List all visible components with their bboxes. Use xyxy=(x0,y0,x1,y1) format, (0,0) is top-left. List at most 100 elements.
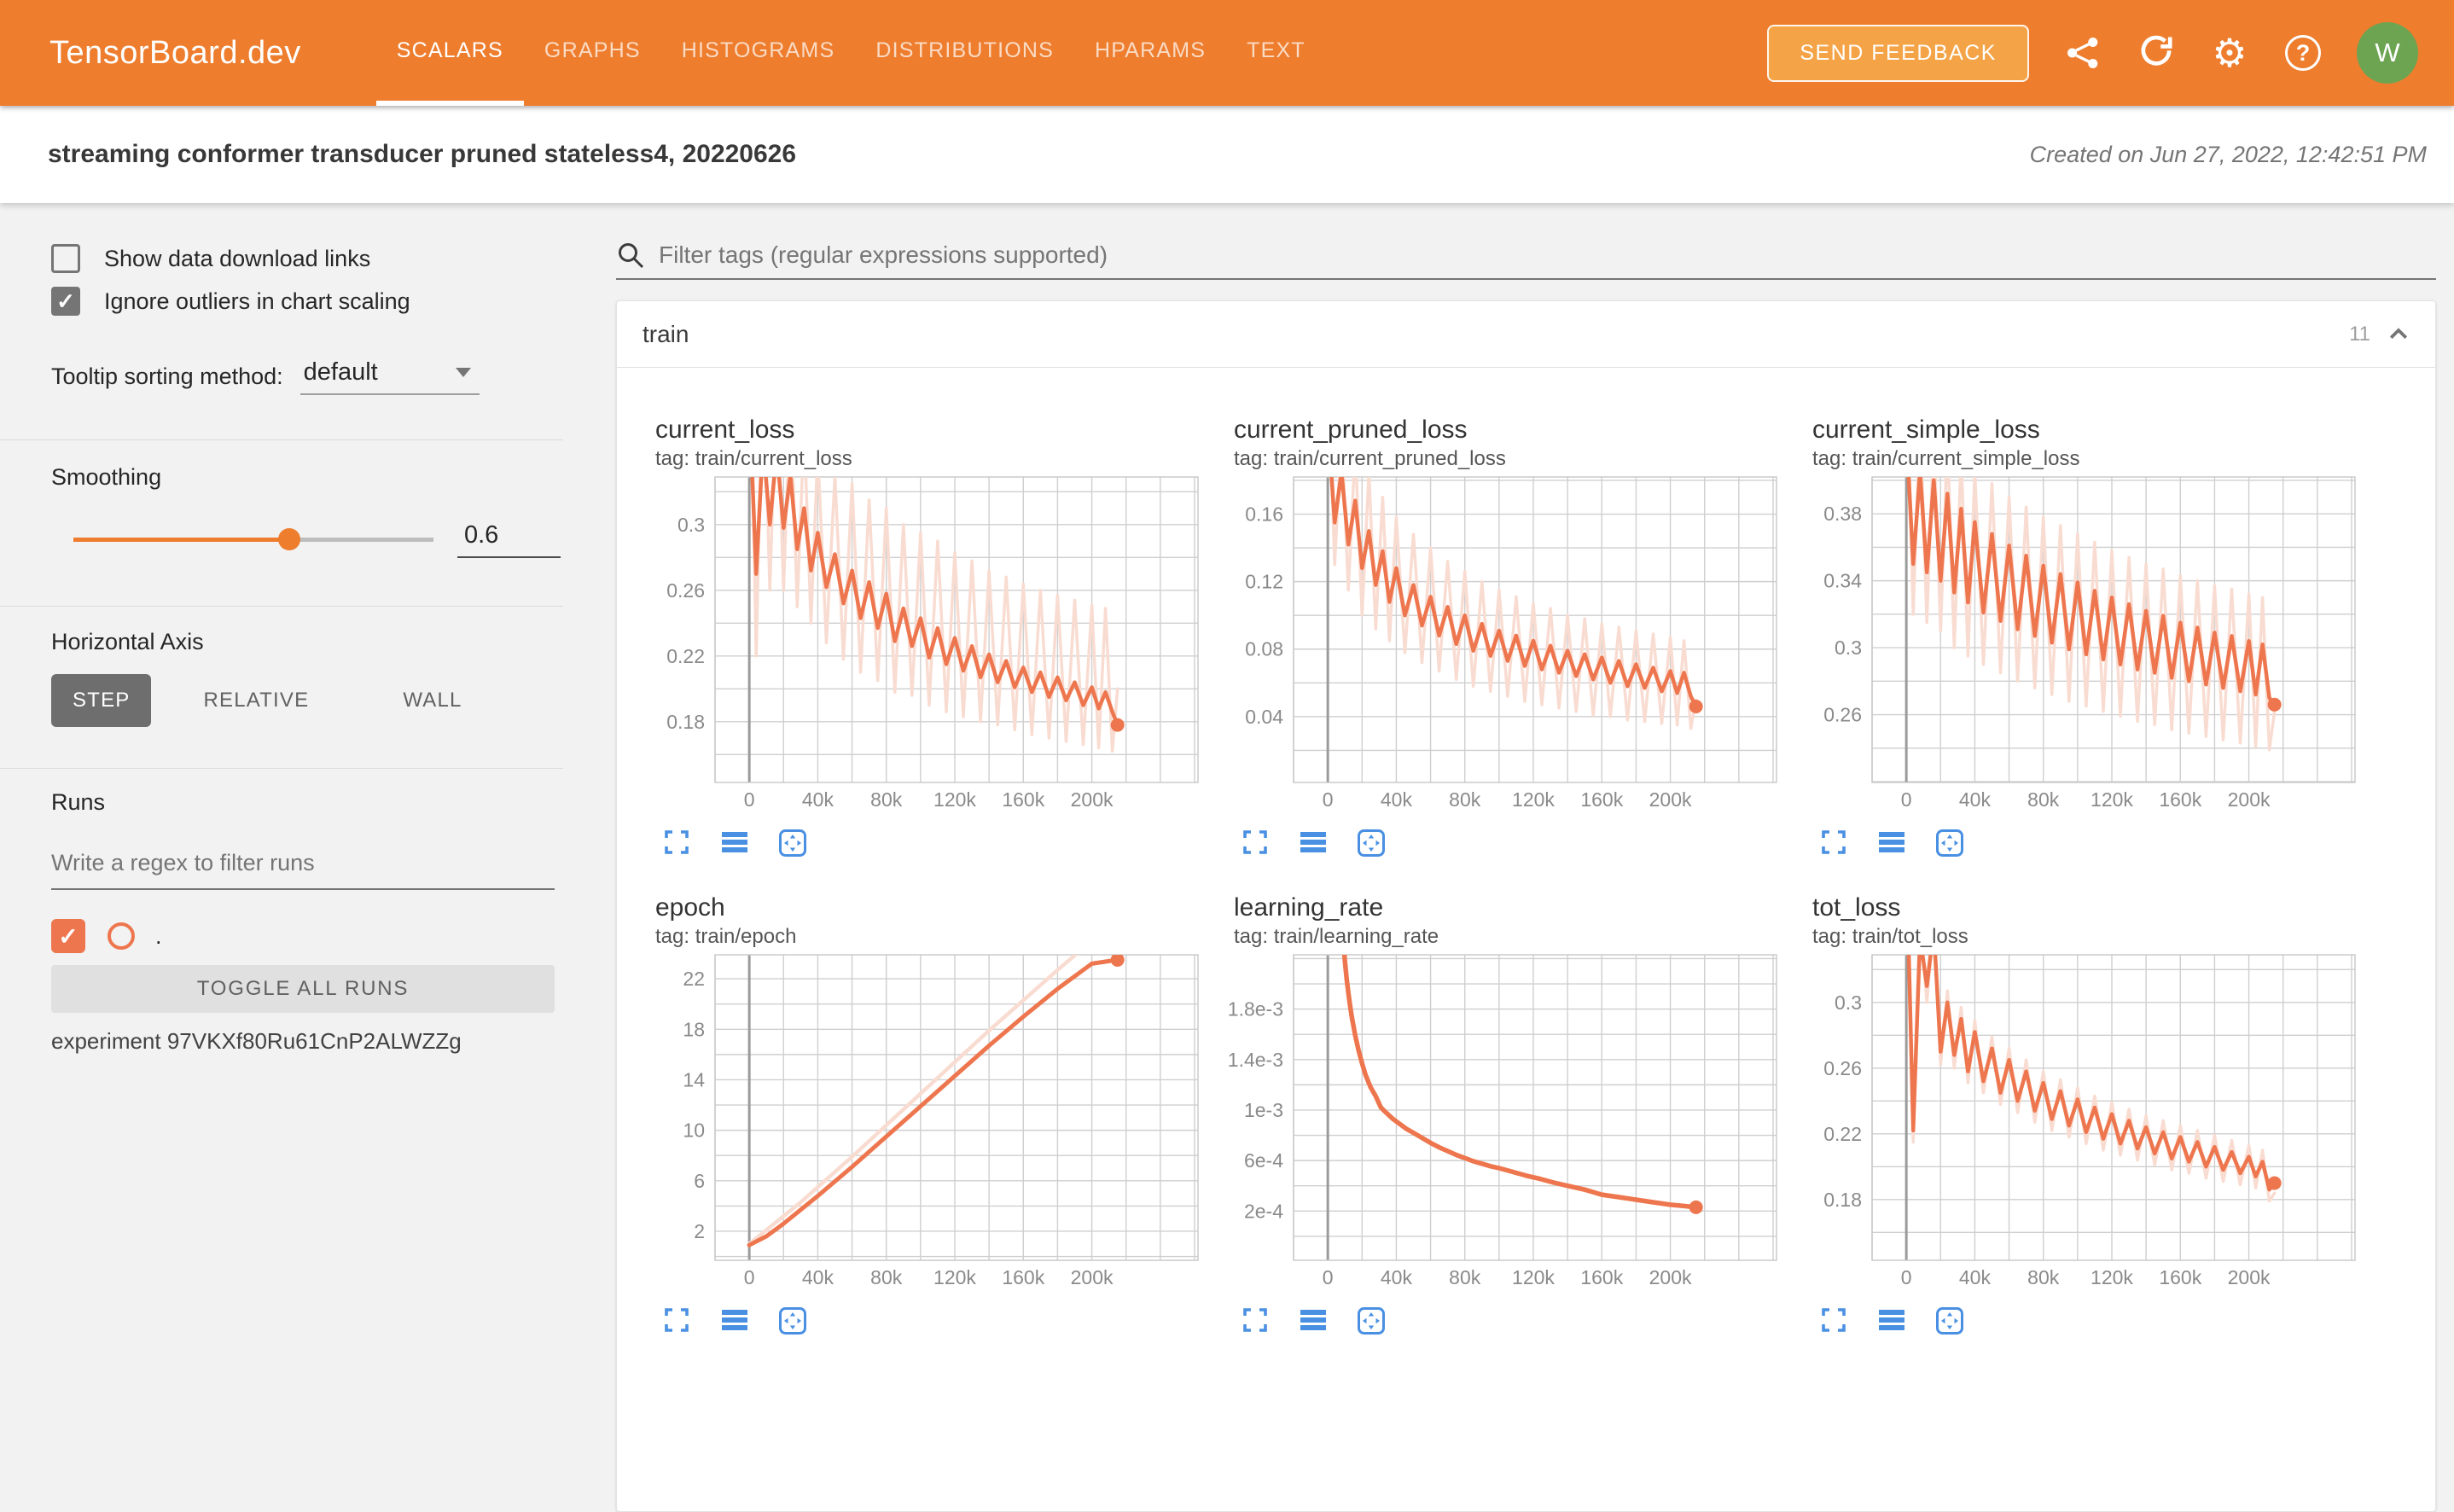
fit-domain-icon[interactable] xyxy=(778,1306,807,1335)
train-group-header[interactable]: train 11 xyxy=(617,301,2435,368)
scalar-chart: current_simple_loss tag: train/current_s… xyxy=(1795,414,2374,858)
svg-text:0: 0 xyxy=(1323,788,1334,811)
svg-text:40k: 40k xyxy=(1381,788,1413,811)
axis-step-button[interactable]: STEP xyxy=(51,674,151,727)
nav-tab-scalars[interactable]: SCALARS xyxy=(376,0,524,106)
svg-text:0.26: 0.26 xyxy=(1823,704,1862,726)
run-name: . xyxy=(155,923,162,950)
smoothing-slider[interactable] xyxy=(73,538,433,542)
tooltip-sorting-value: default xyxy=(304,358,378,387)
scalar-chart: current_pruned_loss tag: train/current_p… xyxy=(1217,414,1795,858)
smoothing-slider-fill xyxy=(73,538,289,542)
smoothing-value-input[interactable]: 0.6 xyxy=(457,521,561,558)
nav-tab-graphs[interactable]: GRAPHS xyxy=(524,0,661,106)
nav-tab-distributions[interactable]: DISTRIBUTIONS xyxy=(855,0,1074,106)
chart-plot[interactable]: 2e-46e-41e-31.4e-31.8e-3040k80k120k160k2… xyxy=(1217,951,1785,1291)
send-feedback-button[interactable]: SEND FEEDBACK xyxy=(1767,25,2029,82)
smoothing-label: Smoothing xyxy=(51,464,563,491)
share-icon[interactable] xyxy=(2063,33,2102,73)
svg-text:200k: 200k xyxy=(1071,1266,1114,1288)
scalar-chart: tot_loss tag: train/tot_loss 0.180.220.2… xyxy=(1795,892,2374,1335)
chevron-up-icon[interactable] xyxy=(2386,322,2411,347)
svg-text:0.38: 0.38 xyxy=(1823,503,1862,525)
svg-text:120k: 120k xyxy=(2091,1266,2133,1288)
chart-plot[interactable]: 2610141822040k80k120k160k200k xyxy=(638,951,1207,1291)
svg-text:120k: 120k xyxy=(1512,1266,1555,1288)
smoothing-slider-handle[interactable] xyxy=(278,528,300,550)
ignore-outliers-checkbox[interactable]: ✓ xyxy=(51,287,80,316)
avatar[interactable]: W xyxy=(2357,22,2418,84)
chart-actions xyxy=(1217,829,1795,858)
sidebar-divider xyxy=(0,439,563,440)
chart-tag: tag: train/current_loss xyxy=(638,446,1217,472)
run-checkbox[interactable]: ✓ xyxy=(51,919,85,953)
svg-text:0.3: 0.3 xyxy=(1835,637,1862,659)
svg-text:80k: 80k xyxy=(870,788,903,811)
chart-plot[interactable]: 0.180.220.260.3040k80k120k160k200k xyxy=(638,474,1207,813)
expand-chart-icon[interactable] xyxy=(1241,829,1270,858)
scalar-chart: epoch tag: train/epoch 2610141822040k80k… xyxy=(638,892,1217,1335)
chart-title: current_loss xyxy=(638,414,1217,446)
refresh-icon[interactable] xyxy=(2137,33,2176,73)
experiment-id: experiment 97VKXf80Ru61CnP2ALWZZg xyxy=(51,1028,563,1055)
svg-text:80k: 80k xyxy=(2027,1266,2060,1288)
svg-text:160k: 160k xyxy=(1002,788,1044,811)
scalars-main: train 11 current_loss tag: train/current… xyxy=(563,203,2454,1343)
data-table-icon[interactable] xyxy=(1877,1306,1906,1335)
svg-text:6e-4: 6e-4 xyxy=(1244,1149,1283,1172)
data-table-icon[interactable] xyxy=(720,829,749,858)
train-group-card: train 11 current_loss tag: train/current… xyxy=(616,300,2436,1512)
fit-domain-icon[interactable] xyxy=(1357,829,1386,858)
chart-tag: tag: train/epoch xyxy=(638,924,1217,950)
nav-tab-histograms[interactable]: HISTOGRAMS xyxy=(661,0,856,106)
show-download-label: Show data download links xyxy=(104,246,370,272)
help-icon[interactable]: ? xyxy=(2283,33,2323,73)
toggle-all-runs-button[interactable]: TOGGLE ALL RUNS xyxy=(51,965,555,1013)
axis-relative-button[interactable]: RELATIVE xyxy=(182,674,330,727)
svg-text:1e-3: 1e-3 xyxy=(1244,1099,1283,1121)
chart-plot[interactable]: 0.180.220.260.3040k80k120k160k200k xyxy=(1795,951,2364,1291)
expand-chart-icon[interactable] xyxy=(1241,1306,1270,1335)
settings-sidebar: Show data download links ✓ Ignore outlie… xyxy=(0,203,563,1343)
nav-tab-text[interactable]: TEXT xyxy=(1226,0,1326,106)
svg-text:0.12: 0.12 xyxy=(1245,571,1283,593)
show-download-checkbox[interactable] xyxy=(51,244,80,273)
chart-plot[interactable]: 0.260.30.340.38040k80k120k160k200k xyxy=(1795,474,2364,813)
horizontal-axis-options: STEP RELATIVE WALL xyxy=(51,674,563,727)
ignore-outliers-label: Ignore outliers in chart scaling xyxy=(104,288,410,315)
chart-tag: tag: train/learning_rate xyxy=(1217,924,1795,950)
data-table-icon[interactable] xyxy=(1299,1306,1328,1335)
tooltip-sorting-select[interactable]: default xyxy=(300,358,480,395)
fit-domain-icon[interactable] xyxy=(1935,1306,1964,1335)
data-table-icon[interactable] xyxy=(720,1306,749,1335)
svg-text:0: 0 xyxy=(744,1266,755,1288)
fit-domain-icon[interactable] xyxy=(1935,829,1964,858)
settings-gear-icon[interactable]: ⚙ xyxy=(2210,33,2249,73)
data-table-icon[interactable] xyxy=(1877,829,1906,858)
svg-text:80k: 80k xyxy=(2027,788,2060,811)
svg-text:14: 14 xyxy=(683,1068,705,1090)
runs-regex-input[interactable] xyxy=(51,850,555,890)
chevron-down-icon xyxy=(456,368,471,377)
axis-wall-button[interactable]: WALL xyxy=(381,674,483,727)
svg-text:200k: 200k xyxy=(1649,1266,1692,1288)
svg-text:0: 0 xyxy=(744,788,755,811)
nav-tab-hparams[interactable]: HPARAMS xyxy=(1074,0,1226,106)
fit-domain-icon[interactable] xyxy=(778,829,807,858)
data-table-icon[interactable] xyxy=(1299,829,1328,858)
filter-tags-input[interactable] xyxy=(657,241,2436,270)
chart-title: tot_loss xyxy=(1795,892,2374,924)
svg-text:200k: 200k xyxy=(1071,788,1114,811)
expand-chart-icon[interactable] xyxy=(1819,1306,1848,1335)
expand-chart-icon[interactable] xyxy=(1819,829,1848,858)
fit-domain-icon[interactable] xyxy=(1357,1306,1386,1335)
svg-text:0: 0 xyxy=(1901,1266,1912,1288)
svg-text:0.08: 0.08 xyxy=(1245,638,1283,660)
chart-actions xyxy=(638,829,1217,858)
chart-plot[interactable]: 0.040.080.120.16040k80k120k160k200k xyxy=(1217,474,1785,813)
nav-tabs: SCALARSGRAPHSHISTOGRAMSDISTRIBUTIONSHPAR… xyxy=(376,0,1326,106)
expand-chart-icon[interactable] xyxy=(662,1306,691,1335)
smoothing-row: 0.6 xyxy=(51,521,563,558)
expand-chart-icon[interactable] xyxy=(662,829,691,858)
scalar-chart: current_loss tag: train/current_loss 0.1… xyxy=(638,414,1217,858)
